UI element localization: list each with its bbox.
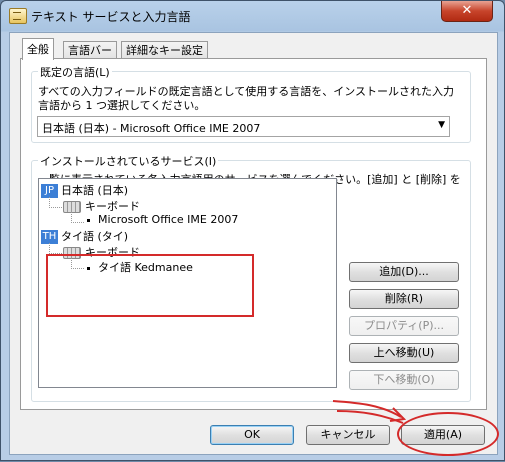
tab-general[interactable]: 全般	[22, 38, 54, 60]
annotation-arrow-icon	[332, 400, 407, 424]
dialog-window: テキスト サービスと入力言語 ✕ 全般 言語バー 詳細なキー設定 既定の言語(L…	[0, 0, 505, 461]
